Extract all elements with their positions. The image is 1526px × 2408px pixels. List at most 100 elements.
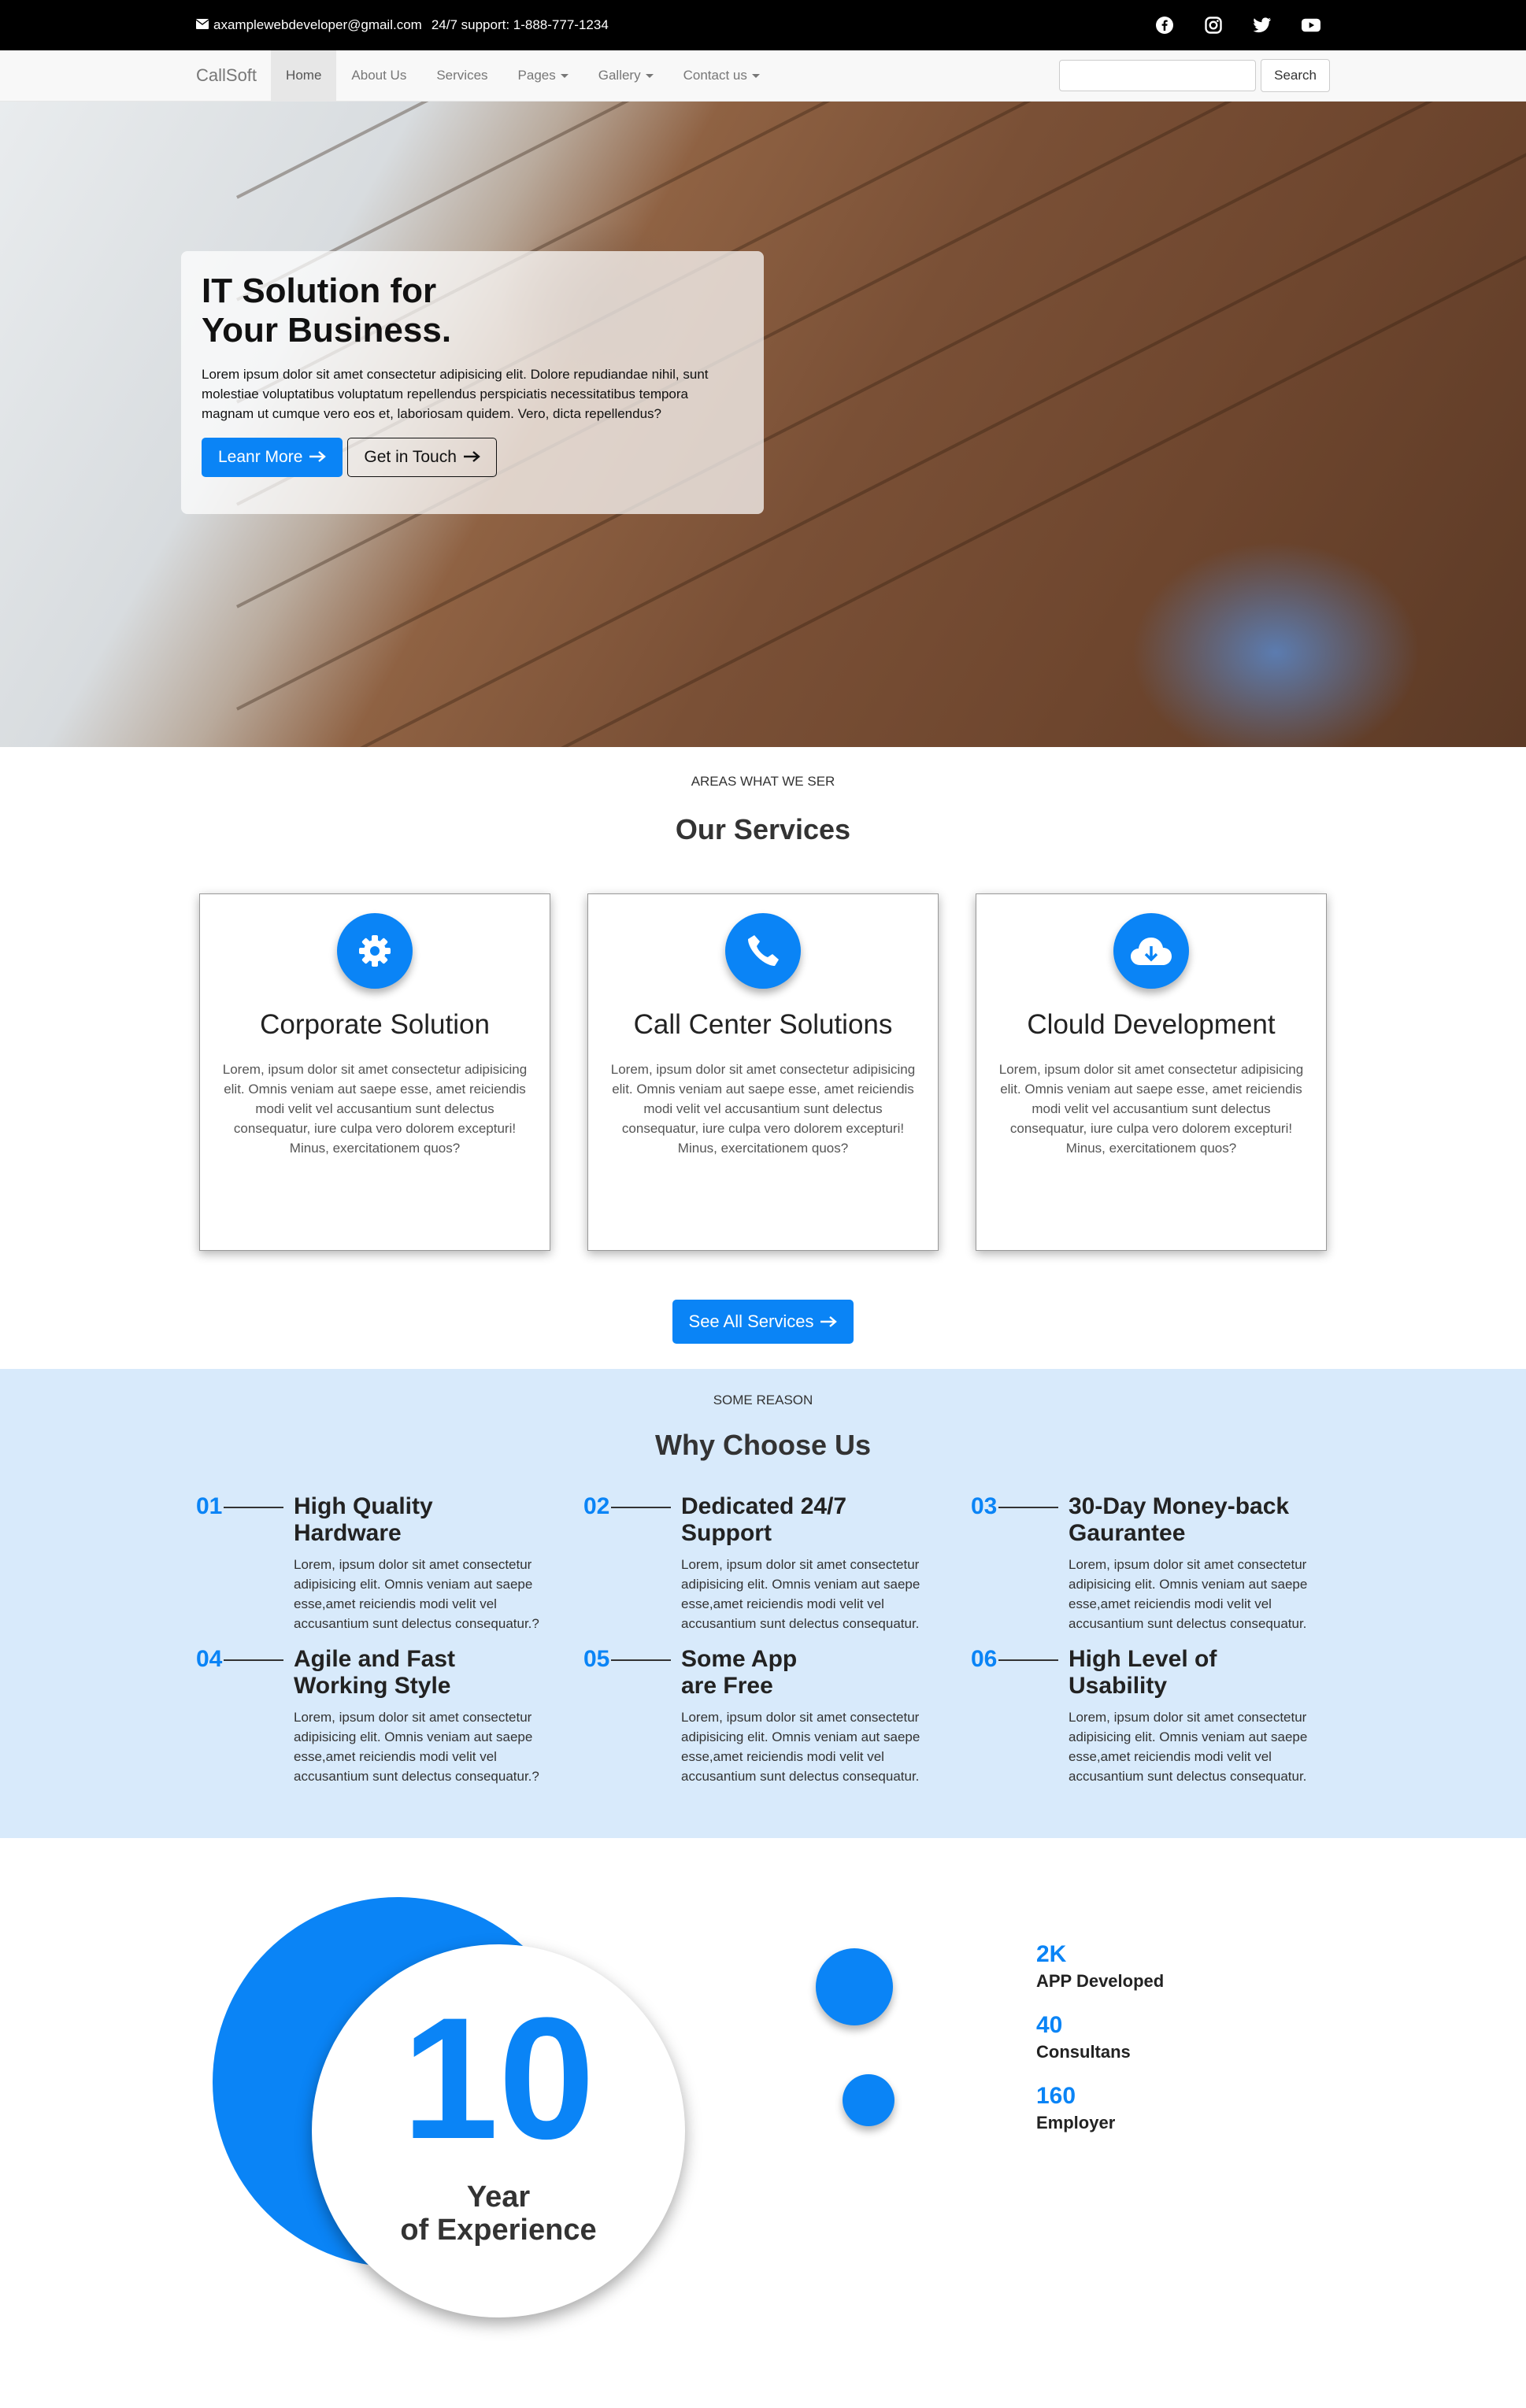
feature-title: Agile and Fast Working Style (294, 1646, 554, 1700)
stat-label: APP Developed (1036, 1971, 1165, 1991)
arrow-right-icon (463, 448, 480, 467)
feature-title-line2: Support (681, 1520, 772, 1546)
see-all-services-button[interactable]: See All Services (672, 1300, 854, 1344)
feature-title-line2: are Free (681, 1673, 773, 1699)
features-grid: 01 High Quality Hardware Lorem, ipsum dolo… (196, 1493, 1330, 1786)
services-kicker: AREAS WHAT WE SER (691, 774, 835, 789)
feature-item: 03 30-Day Money-back Gaurantee Lorem, ipsu… (971, 1493, 1330, 1633)
feature-title-line2: Usability (1069, 1673, 1168, 1699)
feature-number-text: 03 (971, 1493, 998, 1519)
feature-title-line1: High Quality (294, 1493, 433, 1519)
arrow-right-icon (309, 448, 327, 467)
service-cards: Corporate Solution Lorem, ipsum dolor si… (199, 893, 1327, 1251)
card-text: Lorem, ipsum dolor sit amet consectetur … (222, 1062, 528, 1156)
nav-item-label: Services (436, 68, 488, 83)
feature-number: 06 (971, 1646, 1069, 1786)
feature-item: 06 High Level of Usability Lorem, ipsum do… (971, 1646, 1330, 1786)
caret-down-icon (751, 73, 760, 78)
feature-number-text: 05 (583, 1646, 610, 1672)
nav-menu: Home About Us Services Pages Gallery Con… (271, 50, 775, 101)
search-input[interactable] (1059, 60, 1257, 91)
feature-divider (998, 1507, 1059, 1508)
feature-text: Lorem, ipsum dolor sit amet consectetur … (294, 1557, 539, 1631)
support-phone: 24/7 support: 1-888-777-1234 (431, 17, 609, 32)
hero-title: IT Solution for Your Business. (202, 272, 743, 350)
feature-text: Lorem, ipsum dolor sit amet consectetur … (681, 1710, 920, 1784)
envelope-icon (195, 17, 209, 33)
nav-item-services[interactable]: Services (421, 50, 502, 101)
feature-text: Lorem, ipsum dolor sit amet consectetur … (1069, 1557, 1308, 1631)
experience-label-line2: of Experience (400, 2214, 597, 2247)
why-choose-section: SOME REASON Why Choose Us 01 High Qualit… (0, 1369, 1526, 1838)
experience-label-line1: Year (466, 2181, 531, 2214)
feature-divider (998, 1659, 1059, 1661)
get-in-touch-button[interactable]: Get in Touch (347, 438, 497, 477)
stat-label: Employer (1036, 2113, 1116, 2132)
nav-item-home[interactable]: Home (271, 50, 337, 101)
nav-item-pages[interactable]: Pages (503, 50, 583, 101)
learn-more-button[interactable]: Leanr More (202, 438, 343, 477)
feature-divider (611, 1659, 672, 1661)
feature-text: Lorem, ipsum dolor sit amet consectetur … (1069, 1710, 1308, 1784)
search-form: Search (1059, 50, 1330, 101)
facebook-icon[interactable] (1155, 16, 1174, 35)
card-text: Lorem, ipsum dolor sit amet consectetur … (998, 1062, 1304, 1156)
feature-number-text: 01 (196, 1493, 223, 1519)
services-title: Our Services (675, 813, 851, 845)
feature-number: 04 (196, 1646, 294, 1786)
email-contact[interactable]: axamplewebdeveloper@gmail.com (195, 17, 422, 33)
caret-down-icon (560, 73, 569, 78)
top-bar: axamplewebdeveloper@gmail.com 24/7 suppo… (0, 0, 1526, 50)
experience-badge: 10 Year of Experience (312, 1944, 685, 2317)
nav-item-label: About Us (351, 68, 407, 83)
feature-number-text: 06 (971, 1646, 998, 1672)
feature-title: Some App are Free (681, 1646, 941, 1700)
feature-text: Lorem, ipsum dolor sit amet consectetur … (681, 1557, 920, 1631)
caret-down-icon (645, 73, 654, 78)
feature-title-line2: Gaurantee (1069, 1520, 1186, 1546)
hero-buttons: Leanr More Get in Touch (202, 438, 743, 477)
feature-number-text: 04 (196, 1646, 223, 1672)
stat-value: 160 (1036, 2083, 1076, 2109)
experience-label: Year of Experience (312, 2181, 685, 2247)
button-label: Get in Touch (364, 448, 457, 466)
nav-item-label: Gallery (598, 68, 641, 83)
decor-dot-large (816, 1948, 893, 2025)
feature-title: 30-Day Money-back Gaurantee (1069, 1493, 1328, 1547)
feature-item: 02 Dedicated 24/7 Support Lorem, ipsum dol… (583, 1493, 971, 1633)
service-card: Corporate Solution Lorem, ipsum dolor si… (199, 893, 550, 1251)
hero-card: IT Solution for Your Business. Lorem ips… (181, 251, 764, 514)
card-title: Corporate Solution (260, 1009, 490, 1040)
twitter-icon[interactable] (1253, 16, 1272, 35)
nav-item-about-us[interactable]: About Us (336, 50, 421, 101)
feature-title-line1: Dedicated 24/7 (681, 1493, 847, 1519)
instagram-icon[interactable] (1204, 16, 1223, 35)
nav-item-label: Contact us (683, 68, 747, 83)
feature-divider (224, 1507, 284, 1508)
nav-item-gallery[interactable]: Gallery (583, 50, 669, 101)
feature-number: 03 (971, 1493, 1069, 1633)
hero-title-line2: Your Business. (202, 311, 452, 350)
service-card: Clould Development Lorem, ipsum dolor si… (976, 893, 1327, 1251)
nav-item-label: Pages (517, 68, 556, 83)
stat-label: Consultans (1036, 2042, 1131, 2062)
search-button[interactable]: Search (1261, 59, 1330, 92)
stat-value: 2K (1036, 1941, 1067, 1967)
brand-logo[interactable]: CallSoft (196, 50, 271, 101)
service-card: Call Center Solutions Lorem, ipsum dolor… (587, 893, 939, 1251)
feature-title: Dedicated 24/7 Support (681, 1493, 941, 1547)
feature-title-line2: Hardware (294, 1520, 402, 1546)
youtube-icon[interactable] (1302, 16, 1320, 35)
why-kicker: SOME REASON (713, 1393, 813, 1407)
button-label: See All Services (688, 1311, 814, 1331)
stat-counter: 2K APP Developed (1036, 1940, 1164, 1994)
see-all-wrapper: See All Services (0, 1300, 1526, 1344)
nav-item-contact-us[interactable]: Contact us (669, 50, 775, 101)
contact-info: axamplewebdeveloper@gmail.com 24/7 suppo… (195, 17, 609, 33)
feature-divider (224, 1659, 284, 1661)
hero-title-line1: IT Solution for (202, 272, 437, 310)
stat-counter: 160 Employer (1036, 2082, 1164, 2136)
feature-item: 01 High Quality Hardware Lorem, ipsum dolo… (196, 1493, 583, 1633)
feature-number-text: 02 (583, 1493, 610, 1519)
stat-counters: 2K APP Developed 40 Consultans 160 Emplo… (1036, 1940, 1164, 2153)
